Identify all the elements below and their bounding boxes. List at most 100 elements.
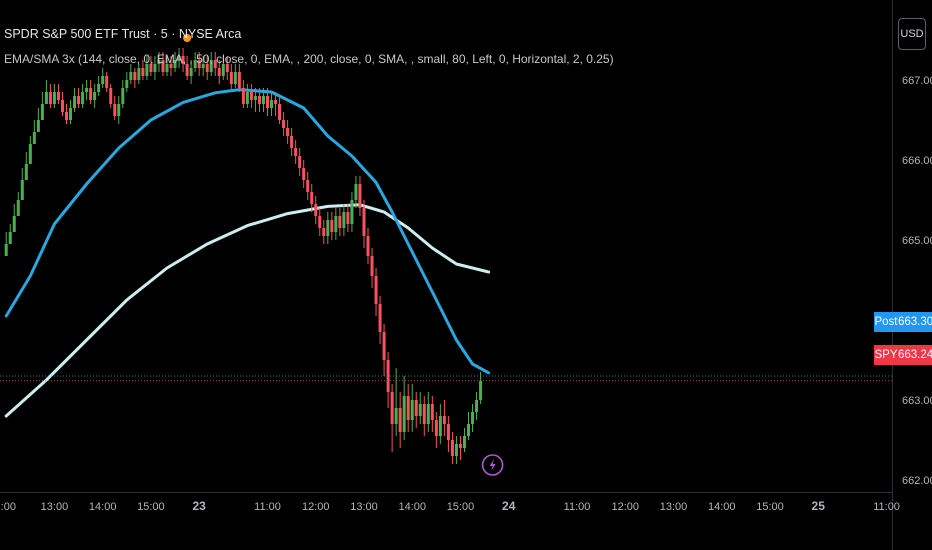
candle-body — [121, 88, 125, 104]
currency-button[interactable]: USD — [898, 18, 926, 50]
candle-body — [278, 104, 282, 120]
candle-body — [44, 92, 48, 104]
x-tick-label: 13:00 — [660, 501, 688, 513]
candle-body — [422, 404, 426, 424]
candle-body — [294, 148, 298, 156]
candle-body — [310, 192, 314, 204]
candle-body — [286, 128, 290, 136]
y-tick-label: 667.00 — [902, 75, 932, 87]
candle-body — [394, 408, 398, 424]
candle-body — [233, 72, 237, 84]
candle-body — [471, 412, 475, 424]
spy-tag-name: SPY — [874, 349, 898, 361]
candle-body — [237, 72, 241, 88]
x-tick-label: 11:00 — [254, 501, 281, 513]
candle-body — [334, 216, 338, 232]
candle-body — [298, 156, 302, 168]
candle-body — [56, 92, 60, 100]
candle-body — [129, 72, 133, 80]
x-tick-label: 13:00 — [350, 501, 378, 513]
candle-body — [97, 84, 101, 92]
candle-body — [322, 228, 326, 236]
candle-body — [314, 204, 318, 216]
candle-body — [450, 440, 454, 456]
candle-body — [475, 400, 479, 412]
candle-body — [249, 92, 253, 100]
x-tick-label: 15:00 — [137, 501, 165, 513]
candle-body — [40, 104, 44, 120]
candle-body — [366, 236, 370, 256]
x-tick-label: 14:00 — [398, 501, 426, 513]
y-tick-label: 662.00 — [902, 475, 932, 487]
candle-body — [290, 136, 294, 148]
post-tag-name: Post — [874, 316, 898, 328]
candle-body — [125, 80, 129, 88]
candle-body — [257, 96, 261, 104]
candle-body — [462, 436, 466, 448]
candle-body — [266, 96, 269, 108]
x-tick-label: 13:00 — [41, 501, 69, 513]
candle-body — [426, 404, 430, 424]
candle-body — [229, 72, 233, 84]
candle-body — [378, 304, 382, 332]
candle-body — [434, 420, 438, 436]
post-tag-value: 663.30 — [898, 316, 932, 328]
x-tick-label: 15:00 — [447, 501, 475, 513]
symbol-title[interactable]: SPDR S&P 500 ETF Trust · 5 · NYSE Arca — [4, 27, 241, 41]
candle-body — [241, 88, 245, 104]
candle-body — [438, 416, 442, 436]
candle-body — [406, 396, 410, 420]
x-tick-label: 23 — [192, 499, 206, 513]
candle-body — [479, 380, 483, 400]
indicator-legend[interactable]: EMA/SMA 3x (144, close, 0, EMA, , 50, cl… — [4, 52, 614, 66]
candle-body — [36, 120, 40, 132]
candle-body — [77, 96, 81, 104]
lightning-icon — [489, 459, 496, 471]
x-tick-label: 14:00 — [708, 501, 736, 513]
candle-body — [402, 396, 406, 432]
candle-body — [93, 92, 97, 100]
candle-body — [274, 100, 278, 104]
candle-body — [418, 404, 422, 416]
candle-body — [16, 200, 20, 216]
candle-body — [189, 68, 193, 76]
candle-body — [362, 208, 366, 236]
candle-body — [326, 220, 330, 236]
candle-body — [12, 216, 16, 232]
candle-body — [338, 216, 342, 228]
candle-body — [105, 76, 109, 88]
x-tick-label: 11:00 — [564, 501, 591, 513]
axes: 667.00666.00665.00664.00663.00662.0012:0… — [0, 0, 932, 550]
candle-body — [370, 256, 374, 276]
spy-price-tag: SPY 663.24 — [874, 345, 932, 365]
candle-body — [306, 180, 310, 192]
candle-body — [446, 424, 450, 440]
price-lines — [0, 375, 892, 382]
candle-body — [390, 392, 394, 424]
candle-body — [109, 88, 113, 104]
post-price-tag: Post 663.30 — [874, 312, 932, 332]
candle-body — [69, 108, 73, 120]
candle-body — [442, 416, 446, 424]
candle-body — [60, 100, 64, 112]
candle-body — [358, 184, 362, 208]
candle-body — [270, 100, 274, 108]
candle-body — [101, 76, 105, 84]
candle-body — [346, 212, 350, 224]
candle-body — [113, 104, 117, 116]
candle-body — [430, 404, 434, 420]
candle-body — [8, 232, 12, 244]
candle-body — [382, 332, 386, 360]
candle-body — [117, 104, 121, 116]
candle-body — [350, 200, 354, 224]
candle-body — [318, 216, 322, 228]
ema-50-line — [4, 88, 491, 375]
candle-body — [24, 164, 28, 180]
candle-body — [410, 400, 414, 420]
chart-canvas[interactable]: 667.00666.00665.00664.00663.00662.0012:0… — [0, 0, 932, 550]
candle-body — [245, 92, 249, 104]
candle-body — [133, 72, 137, 80]
candle-body — [28, 144, 32, 164]
candle-body — [52, 92, 56, 104]
x-tick-label: 24 — [502, 499, 516, 513]
